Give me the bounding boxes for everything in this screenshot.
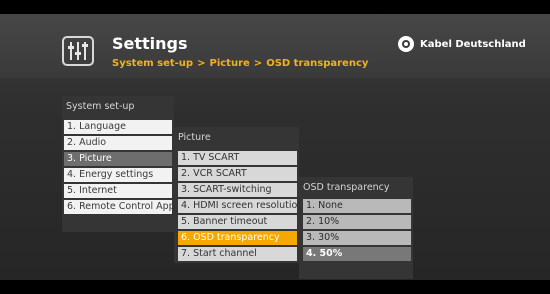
osd-transparency-menu: OSD transparency 1. None 2. 10% 3. 30% 4… [299, 177, 413, 279]
system-setup-menu: System set-up 1. Language 2. Audio 3. Pi… [62, 96, 174, 232]
option-10-percent[interactable]: 2. 10% [303, 215, 411, 229]
brand-name: Kabel Deutschland [420, 38, 526, 50]
menu-item-vcr-scart[interactable]: 2. VCR SCART [178, 167, 297, 181]
menu-item-osd-transparency[interactable]: 6. OSD transparency [178, 231, 297, 245]
option-50-percent[interactable]: 4. 50% [303, 247, 411, 261]
breadcrumb: System set-up > Picture > OSD transparency [112, 58, 368, 69]
menu-item-banner-timeout[interactable]: 5. Banner timeout [178, 215, 297, 229]
menu-item-internet[interactable]: 5. Internet [64, 184, 172, 198]
menu-item-start-channel[interactable]: 7. Start channel [178, 247, 297, 261]
menu-item-remote-control-app[interactable]: 6. Remote Control App [64, 200, 172, 214]
menu-title: Picture [178, 132, 211, 143]
brand: Kabel Deutschland [398, 36, 526, 52]
menu-item-scart-switching[interactable]: 3. SCART-switching [178, 183, 297, 197]
menu-item-picture[interactable]: 3. Picture [64, 152, 172, 166]
letterbox-top [0, 0, 550, 14]
breadcrumb-item-osd: OSD transparency [266, 58, 369, 69]
breadcrumb-item-system: System set-up [112, 58, 194, 69]
breadcrumb-item-picture: Picture [209, 58, 250, 69]
menu-title: OSD transparency [303, 182, 390, 193]
menu-title: System set-up [66, 101, 135, 112]
menu-item-hdmi-screen-resolution[interactable]: 4. HDMI screen resolution [178, 199, 297, 213]
letterbox-bottom [0, 280, 550, 294]
menu-item-tv-scart[interactable]: 1. TV SCART [178, 151, 297, 165]
breadcrumb-separator: > [253, 58, 263, 69]
menu-item-language[interactable]: 1. Language [64, 120, 172, 134]
sliders-icon [62, 36, 94, 66]
breadcrumb-separator: > [197, 58, 206, 69]
menu-item-energy-settings[interactable]: 4. Energy settings [64, 168, 172, 182]
option-none[interactable]: 1. None [303, 199, 411, 213]
option-30-percent[interactable]: 3. 30% [303, 231, 411, 245]
picture-menu: Picture 1. TV SCART 2. VCR SCART 3. SCAR… [174, 127, 299, 263]
menu-item-audio[interactable]: 2. Audio [64, 136, 172, 150]
page-title: Settings [112, 34, 188, 53]
kabel-deutschland-logo-icon [398, 36, 414, 52]
